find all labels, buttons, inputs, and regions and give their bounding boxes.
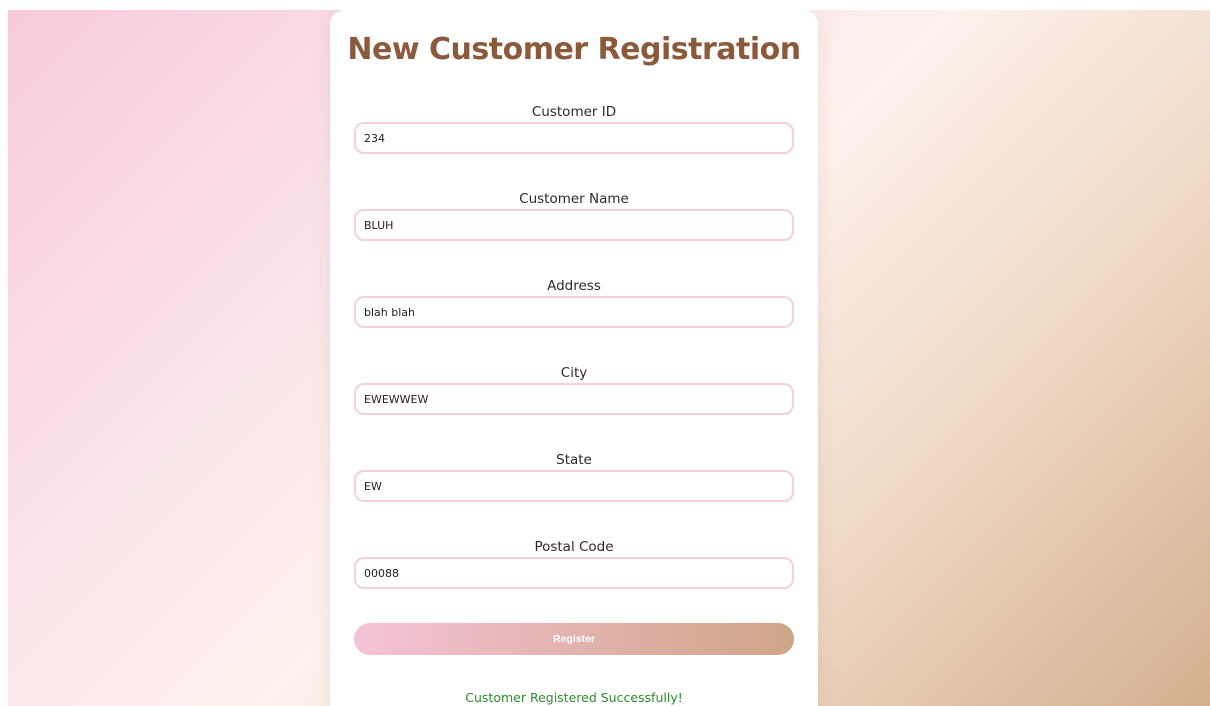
customer-id-input[interactable]	[354, 122, 794, 154]
state-input[interactable]	[354, 470, 794, 502]
address-field: Address	[354, 276, 794, 328]
customer-name-label: Customer Name	[519, 191, 629, 207]
postal-code-input[interactable]	[354, 557, 794, 589]
registration-card: New Customer Registration Customer ID Cu…	[330, 10, 818, 706]
city-input[interactable]	[354, 383, 794, 415]
address-input[interactable]	[354, 296, 794, 328]
customer-name-field: Customer Name	[354, 189, 794, 241]
customer-name-input[interactable]	[354, 209, 794, 241]
state-label: State	[556, 452, 592, 468]
customer-id-field: Customer ID	[354, 102, 794, 154]
city-field: City	[354, 363, 794, 415]
postal-code-field: Postal Code	[354, 537, 794, 589]
address-label: Address	[547, 278, 601, 294]
success-message: Customer Registered Successfully!	[465, 690, 683, 705]
city-label: City	[560, 365, 588, 381]
page-title: New Customer Registration	[347, 32, 801, 67]
postal-code-label: Postal Code	[534, 539, 614, 555]
register-button[interactable]: Register	[354, 623, 794, 655]
state-field: State	[354, 450, 794, 502]
customer-id-label: Customer ID	[531, 104, 617, 120]
page-background: New Customer Registration Customer ID Cu…	[8, 10, 1210, 706]
